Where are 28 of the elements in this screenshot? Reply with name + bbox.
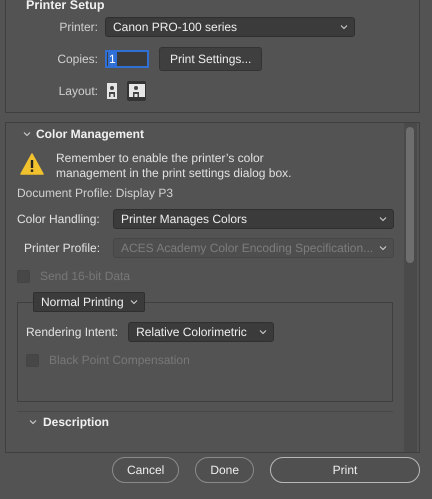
chevron-icon [130, 298, 138, 306]
field-label: Printer: [58, 20, 99, 34]
dialog-button[interactable]: Cancel [112, 457, 180, 483]
field-label: Printer Profile: [23, 241, 102, 255]
document-profile: Document Profile: Display P3 [17, 186, 174, 200]
section-title: Description [43, 415, 110, 429]
print-button[interactable]: Print [270, 457, 420, 483]
printer-select[interactable]: Canon PRO-100 series [105, 17, 355, 37]
chevron-icon [259, 328, 268, 336]
section-title: Color Management [36, 127, 144, 141]
field-label: Layout: [58, 84, 99, 98]
field-label: Copies: [56, 52, 99, 66]
rendering-intent-select[interactable]: Relative Colorimetric [128, 322, 274, 342]
chevron-icon [340, 23, 348, 31]
scrollbar[interactable] [404, 123, 417, 452]
layout-option[interactable] [127, 81, 146, 101]
chevron-icon [379, 215, 388, 223]
color-handling-select[interactable]: Printer Manages Colors [113, 209, 394, 229]
copies-field[interactable]: 1 [105, 50, 149, 68]
warning-message: Remember to enable the printer’s color management in the print settings dialog box. [56, 151, 292, 181]
field-label: Color Handling: [17, 212, 101, 226]
warning-icon [20, 153, 44, 175]
printing-mode-dropdown[interactable]: Normal Printing [33, 292, 145, 312]
print-settings-button[interactable]: Print Settings... [159, 47, 262, 71]
dialog-button[interactable]: Done [195, 457, 254, 483]
chevron-icon [379, 244, 388, 252]
section-title: Printer Setup [26, 0, 104, 12]
field-label: Rendering Intent: [26, 325, 118, 339]
